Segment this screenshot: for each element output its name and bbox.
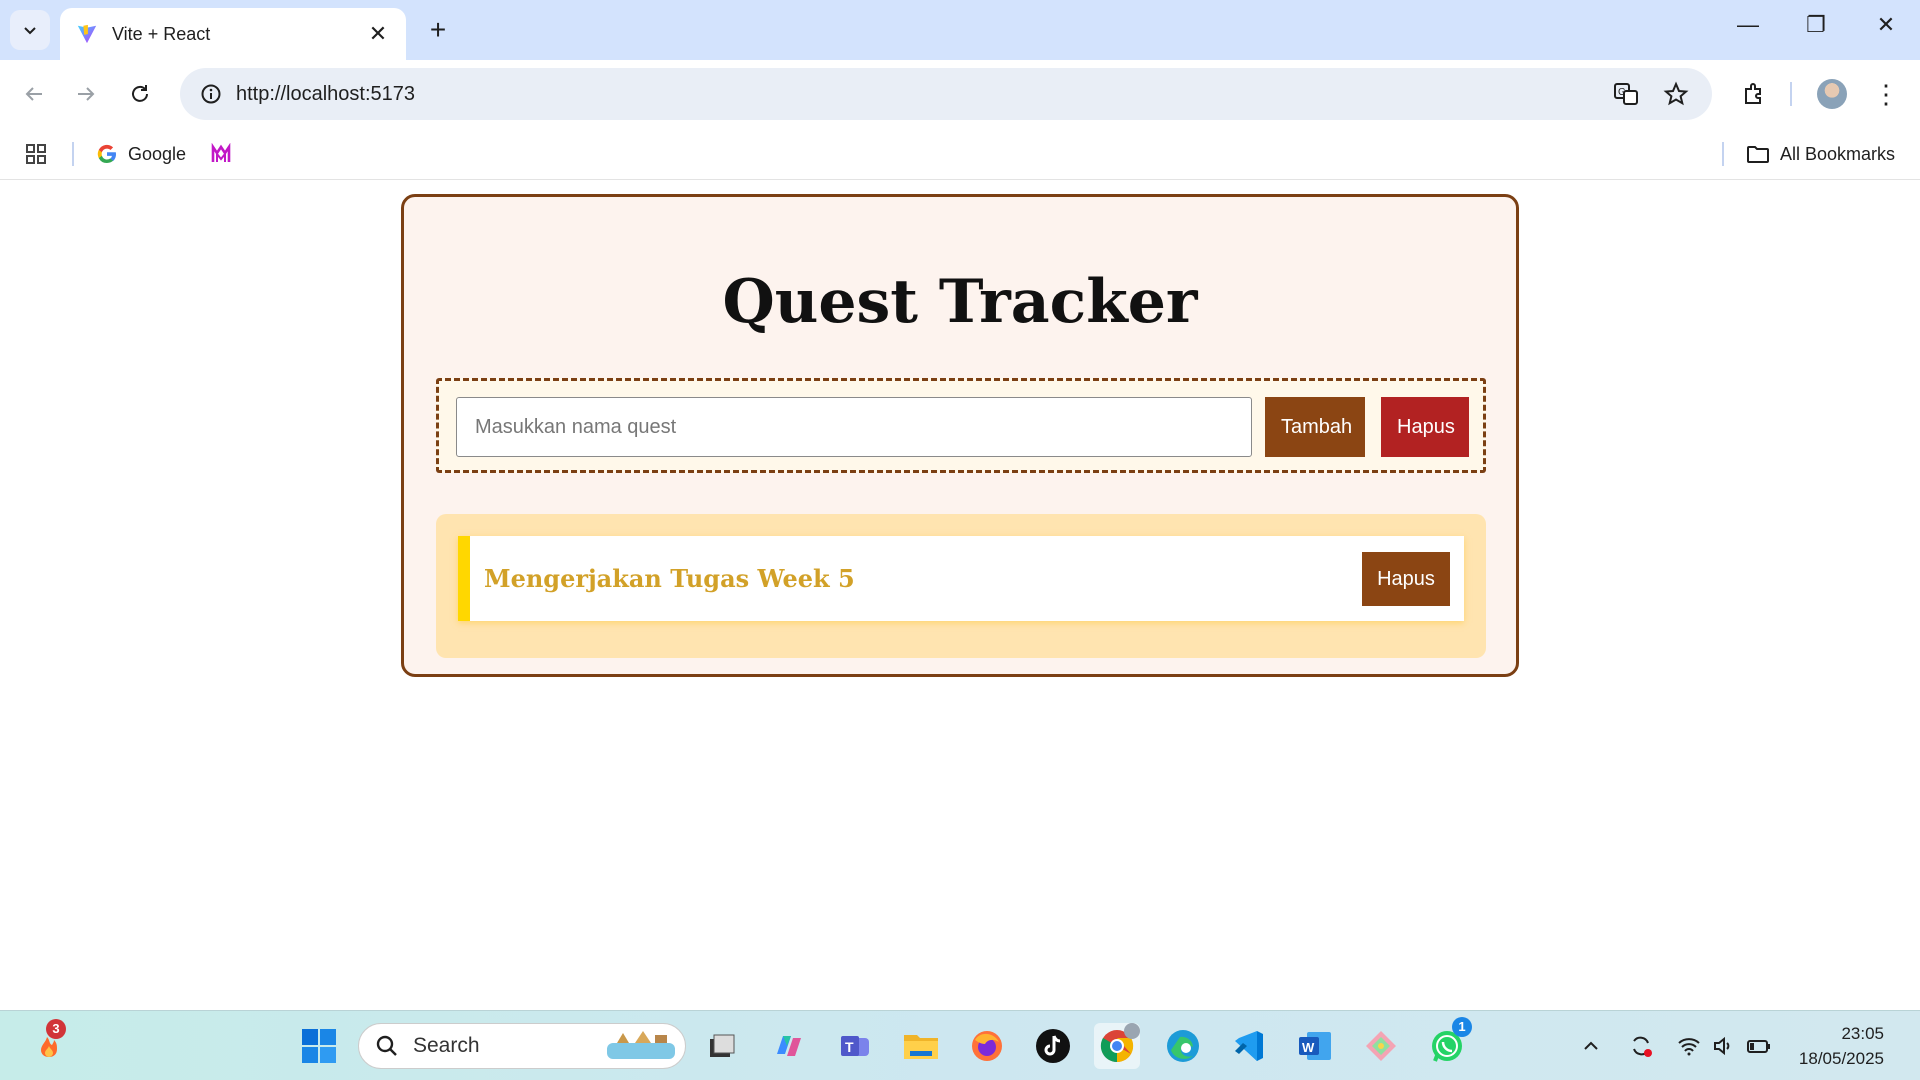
chevron-up-icon[interactable] [1576, 1031, 1606, 1061]
close-tab-icon[interactable]: ✕ [366, 21, 390, 47]
reload-icon [132, 85, 148, 102]
browser-tab-strip: Vite + React ✕ + — ❐ ✕ [0, 0, 1920, 60]
quest-list: Mengerjakan Tugas Week 5 Hapus [436, 514, 1486, 658]
vscode-icon[interactable] [1226, 1023, 1272, 1069]
copilot-icon[interactable] [766, 1023, 812, 1069]
bookmark-star-icon[interactable] [1660, 78, 1692, 110]
clock-date: 18/05/2025 [1798, 1049, 1884, 1068]
clear-all-button[interactable]: Hapus [1381, 397, 1469, 457]
site-info-icon[interactable] [196, 79, 226, 109]
browser-toolbar: http://localhost:5173 G ⋮ [0, 60, 1920, 128]
google-logo-icon [97, 144, 116, 164]
new-tab-button[interactable]: + [422, 14, 454, 46]
clock-time: 23:05 [1841, 1024, 1884, 1043]
chevron-down-icon [24, 27, 36, 35]
git-icon[interactable] [1358, 1023, 1404, 1069]
bookmark-divider [1722, 142, 1724, 166]
extensions-icon[interactable] [1734, 74, 1774, 114]
bookmark-google[interactable]: Google [96, 138, 186, 170]
profile-button[interactable] [1812, 74, 1852, 114]
weather-widget-icon[interactable]: 3 [26, 1019, 72, 1069]
address-bar[interactable]: http://localhost:5173 G [180, 68, 1712, 120]
toolbar-divider [1790, 82, 1792, 106]
restore-icon[interactable]: ❐ [1796, 12, 1836, 38]
word-icon[interactable]: W [1292, 1023, 1338, 1069]
page-title: Quest Tracker [722, 267, 1198, 337]
back-button[interactable] [14, 74, 54, 114]
page-viewport: Quest Tracker Tambah Hapus Mengerjakan T… [0, 181, 1920, 1010]
browser-tab-active[interactable]: Vite + React ✕ [60, 8, 406, 60]
wifi-icon[interactable] [1674, 1031, 1704, 1061]
avatar [1817, 79, 1847, 109]
all-bookmarks-button[interactable]: All Bookmarks [1746, 138, 1895, 170]
bookmark-m-logo-icon [211, 143, 231, 162]
tab-title: Vite + React [112, 23, 211, 44]
tab-search-button[interactable] [10, 10, 50, 50]
minimize-icon[interactable]: — [1728, 12, 1768, 38]
delete-quest-button[interactable]: Hapus [1362, 552, 1450, 606]
notification-badge: 3 [46, 1019, 66, 1039]
volume-icon[interactable] [1708, 1031, 1738, 1061]
arrow-left-icon [25, 87, 42, 101]
firefox-icon[interactable] [964, 1023, 1010, 1069]
list-item: Mengerjakan Tugas Week 5 Hapus [458, 536, 1464, 621]
svg-text:W: W [1302, 1040, 1315, 1055]
bookmarks-bar: Google All Bookmarks [0, 128, 1920, 180]
search-icon [376, 1035, 397, 1056]
apps-grid-icon[interactable] [24, 138, 48, 170]
battery-icon[interactable] [1744, 1031, 1774, 1061]
add-button[interactable]: Tambah [1265, 397, 1365, 457]
edge-icon[interactable] [1160, 1023, 1206, 1069]
taskbar-search[interactable]: Search [358, 1023, 686, 1069]
quest-name: Mengerjakan Tugas Week 5 [484, 564, 855, 593]
quest-form: Tambah Hapus [436, 378, 1486, 473]
quest-name-input[interactable] [456, 397, 1252, 457]
folder-icon [1747, 146, 1769, 163]
quest-tracker-card: Quest Tracker Tambah Hapus Mengerjakan T… [401, 194, 1519, 677]
tiktok-icon[interactable] [1030, 1023, 1076, 1069]
start-icon[interactable] [296, 1023, 342, 1069]
menu-kebab-icon[interactable]: ⋮ [1866, 74, 1906, 114]
translate-icon[interactable]: G [1610, 78, 1642, 110]
arrow-right-icon [78, 87, 95, 101]
bookmark-divider [72, 142, 74, 166]
file-explorer-icon[interactable] [898, 1023, 944, 1069]
search-label: Search [413, 1034, 480, 1057]
task-view-icon[interactable] [698, 1023, 744, 1069]
taskbar: 3 Search T W 1 23:05 18/05/2025 [0, 1010, 1920, 1080]
search-highlight-icon [607, 1031, 675, 1059]
sync-icon[interactable] [1626, 1031, 1656, 1061]
svg-text:T: T [845, 1039, 854, 1055]
notification-badge: 1 [1452, 1017, 1472, 1037]
vite-logo-icon [77, 24, 97, 44]
whatsapp-icon[interactable]: 1 [1424, 1017, 1472, 1069]
url-text[interactable]: http://localhost:5173 [236, 83, 415, 106]
teams-icon[interactable]: T [832, 1023, 878, 1069]
profile-avatar [1124, 1023, 1140, 1039]
reload-button[interactable] [120, 74, 160, 114]
close-window-icon[interactable]: ✕ [1866, 12, 1906, 38]
system-clock[interactable]: 23:05 18/05/2025 [1799, 1021, 1884, 1071]
all-bookmarks-label: All Bookmarks [1780, 143, 1896, 164]
bookmark-label: Google [128, 143, 187, 164]
forward-button[interactable] [66, 74, 106, 114]
bookmark-mixed[interactable] [210, 138, 232, 170]
chrome-icon[interactable] [1094, 1023, 1140, 1069]
